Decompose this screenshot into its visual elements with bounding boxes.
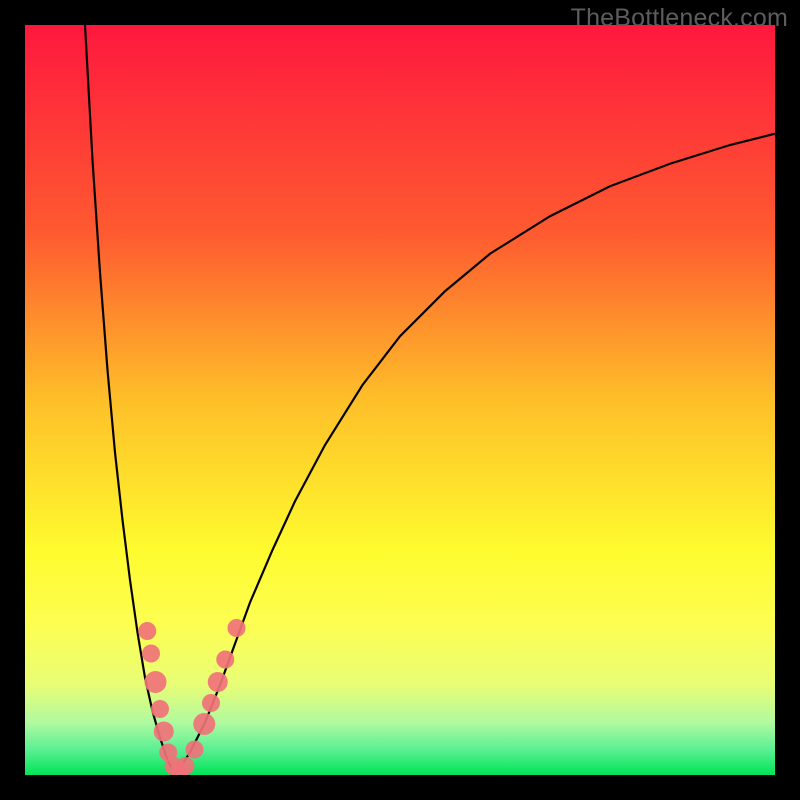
curve-layer [25, 25, 775, 775]
curve-right-branch [175, 134, 775, 775]
data-marker [228, 619, 246, 637]
watermark-text: TheBottleneck.com [571, 4, 788, 33]
data-marker [151, 700, 169, 718]
data-marker [202, 694, 220, 712]
plot-area [25, 25, 775, 775]
data-marker [154, 722, 174, 742]
data-marker [216, 651, 234, 669]
data-markers [138, 619, 245, 775]
data-marker [145, 671, 167, 693]
curve-left-branch [85, 25, 175, 775]
data-marker [208, 672, 228, 692]
data-marker [138, 622, 156, 640]
data-marker [142, 645, 160, 663]
data-marker [177, 757, 195, 775]
data-marker [193, 713, 215, 735]
chart-frame: TheBottleneck.com [0, 0, 800, 800]
data-marker [186, 741, 204, 759]
